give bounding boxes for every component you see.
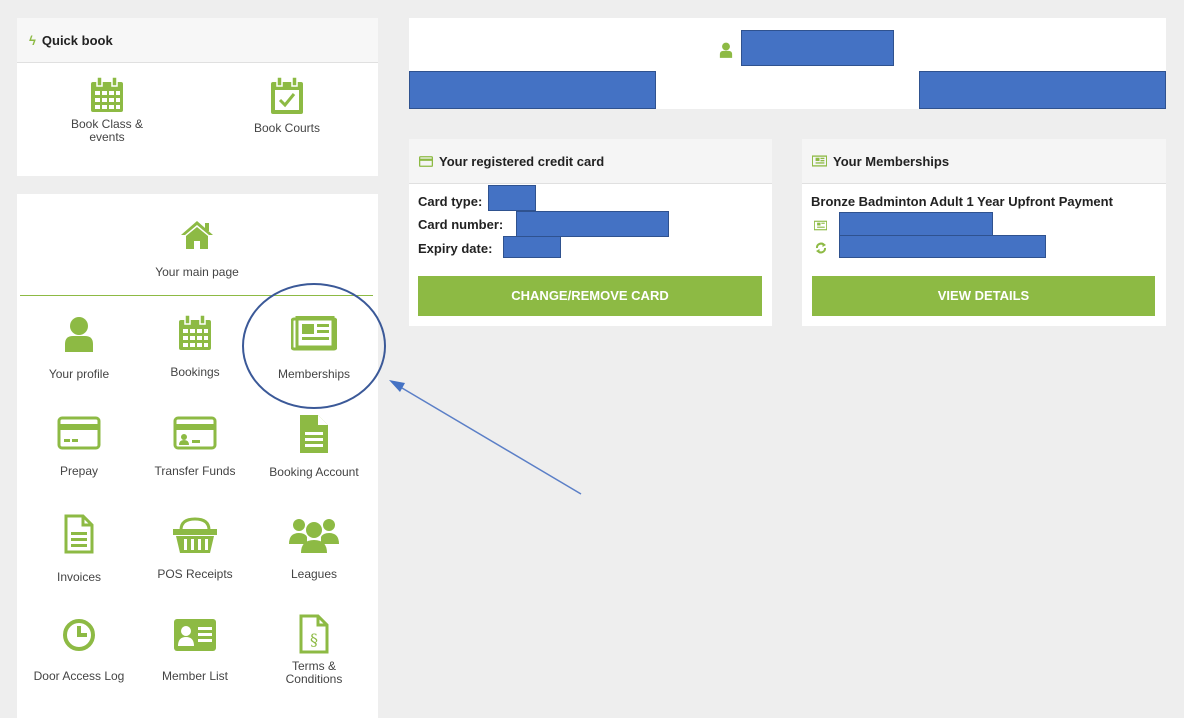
card-type-label: Card type: bbox=[418, 194, 483, 209]
nav-item-your-profile[interactable]: Your profile bbox=[29, 316, 129, 381]
newspaper-icon bbox=[291, 316, 337, 351]
nav-item-member-list[interactable]: Member List bbox=[145, 618, 245, 683]
refresh-icon bbox=[816, 242, 826, 254]
newspaper-icon bbox=[812, 155, 827, 167]
quick-book-header: ϟ Quick book bbox=[17, 18, 378, 63]
nav-item-label: Invoices bbox=[56, 570, 102, 584]
book-class-events-tile[interactable]: Book Class & events bbox=[62, 76, 152, 144]
nav-item-pos-receipts[interactable]: POS Receipts bbox=[145, 516, 245, 581]
credit-card-header: Your registered credit card bbox=[409, 139, 772, 184]
document-icon bbox=[300, 415, 328, 453]
credit-card-icon bbox=[57, 416, 101, 450]
svg-text:§: § bbox=[310, 630, 318, 649]
nav-item-invoices[interactable]: Invoices bbox=[29, 514, 129, 584]
calendar-check-icon bbox=[271, 76, 303, 114]
navigation-panel: Your main page Your profile Bookings Mem… bbox=[17, 194, 378, 718]
nav-item-terms-conditions[interactable]: § Terms & Conditions bbox=[264, 614, 364, 686]
card-transfer-icon bbox=[173, 416, 217, 450]
redacted-info-left bbox=[409, 71, 656, 109]
clock-icon bbox=[63, 619, 95, 651]
memberships-panel: Your Memberships Bronze Badminton Adult … bbox=[802, 139, 1166, 326]
nav-item-label: Member List bbox=[161, 669, 229, 683]
invoice-icon bbox=[64, 514, 94, 554]
profile-summary-panel bbox=[409, 18, 1166, 109]
redacted-info-right bbox=[919, 71, 1166, 109]
redacted-user-name bbox=[741, 30, 894, 66]
nav-item-label: Transfer Funds bbox=[154, 464, 236, 478]
card-number-label: Card number: bbox=[418, 217, 504, 232]
quick-book-panel: ϟ Quick book Book Class & events Book Co… bbox=[17, 18, 378, 176]
divider bbox=[20, 295, 373, 296]
credit-card-panel: Your registered credit card Card type: C… bbox=[409, 139, 772, 326]
calendar-icon bbox=[179, 314, 211, 350]
nav-item-label: Memberships bbox=[277, 367, 351, 381]
nav-item-transfer-funds[interactable]: Transfer Funds bbox=[145, 416, 245, 478]
quick-book-title: Quick book bbox=[41, 32, 113, 48]
legal-document-icon: § bbox=[299, 614, 329, 654]
user-icon bbox=[65, 317, 93, 352]
nav-item-leagues[interactable]: Leagues bbox=[264, 516, 364, 581]
expiry-date-label: Expiry date: bbox=[418, 241, 493, 256]
book-courts-label: Book Courts bbox=[253, 121, 321, 135]
nav-item-label: Booking Account bbox=[269, 465, 359, 479]
nav-item-label: POS Receipts bbox=[157, 567, 233, 581]
nav-item-door-access-log[interactable]: Door Access Log bbox=[25, 618, 133, 683]
nav-item-booking-account[interactable]: Booking Account bbox=[262, 414, 366, 479]
id-card-icon bbox=[174, 619, 216, 651]
users-icon bbox=[289, 519, 339, 553]
book-courts-tile[interactable]: Book Courts bbox=[242, 76, 332, 135]
credit-card-icon bbox=[419, 155, 433, 167]
newspaper-icon bbox=[814, 220, 827, 231]
membership-name: Bronze Badminton Adult 1 Year Upfront Pa… bbox=[811, 194, 1113, 209]
redacted-card-type bbox=[488, 185, 536, 211]
nav-item-memberships[interactable]: Memberships bbox=[264, 316, 364, 381]
nav-item-label: Door Access Log bbox=[33, 669, 125, 683]
main-page-tile[interactable]: Your main page bbox=[147, 220, 247, 279]
change-remove-card-button[interactable]: CHANGE/REMOVE CARD bbox=[418, 276, 762, 316]
main-page-label: Your main page bbox=[155, 265, 239, 279]
annotation-arrow-head bbox=[389, 380, 405, 392]
redacted-card-number bbox=[516, 211, 669, 237]
annotation-arrow-line bbox=[401, 387, 582, 495]
nav-item-label: Bookings bbox=[170, 365, 220, 379]
memberships-title: Your Memberships bbox=[833, 153, 950, 169]
nav-item-label: Terms & Conditions bbox=[285, 659, 343, 686]
book-class-events-label: Book Class & events bbox=[70, 117, 144, 144]
basket-icon bbox=[173, 517, 217, 553]
user-icon bbox=[719, 42, 733, 58]
nav-item-prepay[interactable]: Prepay bbox=[29, 416, 129, 478]
redacted-membership-detail-2 bbox=[839, 235, 1046, 258]
nav-item-label: Leagues bbox=[290, 567, 338, 581]
calendar-icon bbox=[91, 76, 123, 112]
nav-item-label: Your profile bbox=[48, 367, 110, 381]
home-icon bbox=[181, 221, 213, 249]
redacted-expiry-date bbox=[503, 236, 561, 258]
memberships-header: Your Memberships bbox=[802, 139, 1166, 184]
bolt-icon: ϟ bbox=[29, 32, 36, 48]
redacted-membership-detail-1 bbox=[839, 212, 993, 236]
nav-item-label: Prepay bbox=[59, 464, 99, 478]
nav-item-bookings[interactable]: Bookings bbox=[145, 314, 245, 379]
credit-card-title: Your registered credit card bbox=[439, 153, 605, 169]
view-details-button[interactable]: VIEW DETAILS bbox=[812, 276, 1155, 316]
